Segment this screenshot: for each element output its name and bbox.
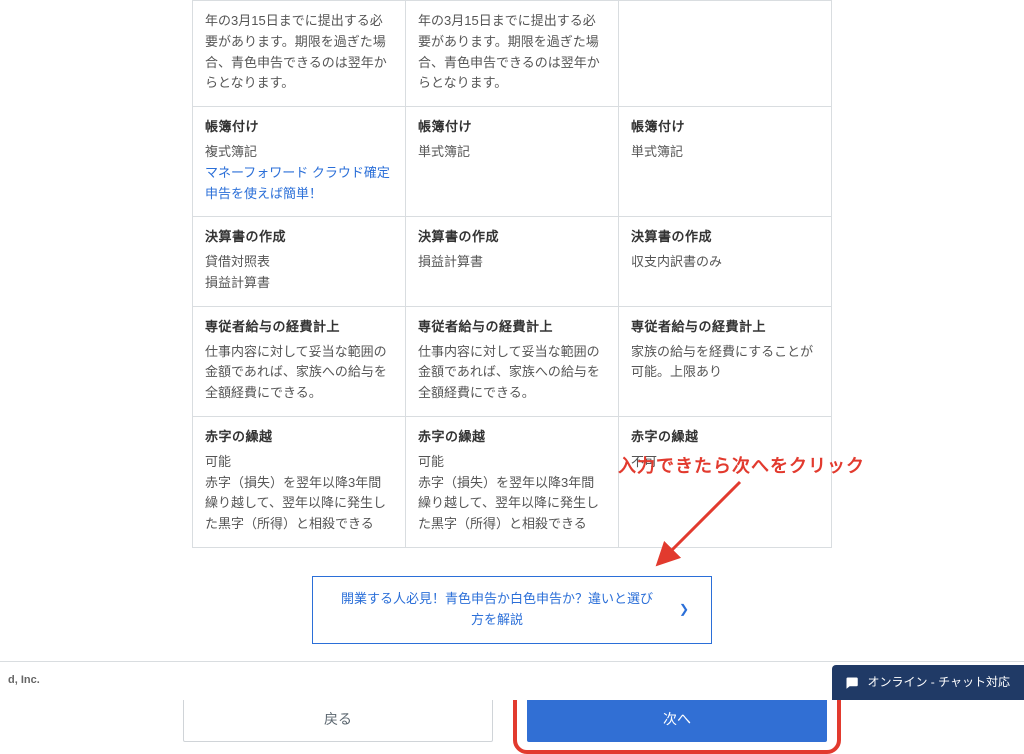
table-cell: 決算書の作成損益計算書 — [406, 217, 619, 306]
cell-title: 帳簿付け — [631, 117, 819, 138]
cell-body: 可能 赤字（損失）を翌年以降3年間繰り越して、翌年以降に発生した黒字（所得）と相… — [205, 452, 393, 535]
cell-body: 仕事内容に対して妥当な範囲の金額であれば、家族への給与を全額経費にできる。 — [205, 342, 393, 404]
table-cell: 赤字の繰越可能 赤字（損失）を翌年以降3年間繰り越して、翌年以降に発生した黒字（… — [406, 416, 619, 547]
cell-body: 単式簿記 — [631, 142, 819, 163]
cell-title: 決算書の作成 — [205, 227, 393, 248]
table-cell: 年の3月15日までに提出する必要があります。期限を過ぎた場合、青色申告できるのは… — [193, 1, 406, 107]
cell-title: 専従者給与の経費計上 — [631, 317, 819, 338]
table-cell: 帳簿付け複式簿記マネーフォワード クラウド確定申告を使えば簡単！ — [193, 107, 406, 217]
cell-body: 年の3月15日までに提出する必要があります。期限を過ぎた場合、青色申告できるのは… — [418, 11, 606, 94]
cell-body: 仕事内容に対して妥当な範囲の金額であれば、家族への給与を全額経費にできる。 — [418, 342, 606, 404]
cell-title: 帳簿付け — [205, 117, 393, 138]
table-cell: 専従者給与の経費計上仕事内容に対して妥当な範囲の金額であれば、家族への給与を全額… — [406, 306, 619, 416]
cell-body: 損益計算書 — [418, 252, 606, 273]
cell-title: 赤字の繰越 — [631, 427, 819, 448]
cell-body: 可能 赤字（損失）を翌年以降3年間繰り越して、翌年以降に発生した黒字（所得）と相… — [418, 452, 606, 535]
cell-body: 家族の給与を経費にすることが可能。上限あり — [631, 342, 819, 384]
table-cell: 決算書の作成収支内訳書のみ — [619, 217, 832, 306]
cell-link[interactable]: マネーフォワード クラウド確定申告を使えば簡単！ — [205, 165, 390, 201]
cell-title: 赤字の繰越 — [205, 427, 393, 448]
cell-title: 専従者給与の経費計上 — [418, 317, 606, 338]
table-cell: 専従者給与の経費計上仕事内容に対して妥当な範囲の金額であれば、家族への給与を全額… — [193, 306, 406, 416]
cell-body: 貸借対照表 損益計算書 — [205, 252, 393, 294]
banner-text: 開業する人必見！青色申告か白色申告か？違いと選び方を解説 — [335, 589, 659, 631]
cell-title: 赤字の繰越 — [418, 427, 606, 448]
table-row: 年の3月15日までに提出する必要があります。期限を過ぎた場合、青色申告できるのは… — [193, 1, 832, 107]
table-cell — [619, 1, 832, 107]
chevron-right-icon: ❯ — [679, 600, 689, 619]
cell-title: 専従者給与の経費計上 — [205, 317, 393, 338]
table-row: 専従者給与の経費計上仕事内容に対して妥当な範囲の金額であれば、家族への給与を全額… — [193, 306, 832, 416]
table-cell: 決算書の作成貸借対照表 損益計算書 — [193, 217, 406, 306]
cell-title: 帳簿付け — [418, 117, 606, 138]
annotation-text: 入力できたら次へをクリック — [618, 452, 865, 481]
chat-bubble-icon — [844, 675, 859, 690]
chat-text: オンライン - チャット対応 — [867, 673, 1010, 692]
cell-body: 収支内訳書のみ — [631, 252, 819, 273]
cell-body: 複式簿記 — [205, 142, 393, 163]
table-cell: 帳簿付け単式簿記 — [406, 107, 619, 217]
table-cell: 赤字の繰越可能 赤字（損失）を翌年以降3年間繰り越して、翌年以降に発生した黒字（… — [193, 416, 406, 547]
next-button[interactable]: 次へ — [527, 696, 827, 742]
chat-widget[interactable]: オンライン - チャット対応 — [832, 665, 1024, 700]
back-button[interactable]: 戻る — [183, 696, 493, 742]
table-row: 赤字の繰越可能 赤字（損失）を翌年以降3年間繰り越して、翌年以降に発生した黒字（… — [193, 416, 832, 547]
table-cell: 専従者給与の経費計上家族の給与を経費にすることが可能。上限あり — [619, 306, 832, 416]
cell-body: 年の3月15日までに提出する必要があります。期限を過ぎた場合、青色申告できるのは… — [205, 11, 393, 94]
table-cell: 赤字の繰越不可 — [619, 416, 832, 547]
info-banner-link[interactable]: 開業する人必見！青色申告か白色申告か？違いと選び方を解説 ❯ — [312, 576, 712, 644]
table-cell: 帳簿付け単式簿記 — [619, 107, 832, 217]
footer-text: d, Inc. — [8, 674, 40, 686]
table-row: 帳簿付け複式簿記マネーフォワード クラウド確定申告を使えば簡単！帳簿付け単式簿記… — [193, 107, 832, 217]
table-cell: 年の3月15日までに提出する必要があります。期限を過ぎた場合、青色申告できるのは… — [406, 1, 619, 107]
cell-title: 決算書の作成 — [631, 227, 819, 248]
cell-title: 決算書の作成 — [418, 227, 606, 248]
cell-body: 単式簿記 — [418, 142, 606, 163]
table-row: 決算書の作成貸借対照表 損益計算書決算書の作成損益計算書決算書の作成収支内訳書の… — [193, 217, 832, 306]
